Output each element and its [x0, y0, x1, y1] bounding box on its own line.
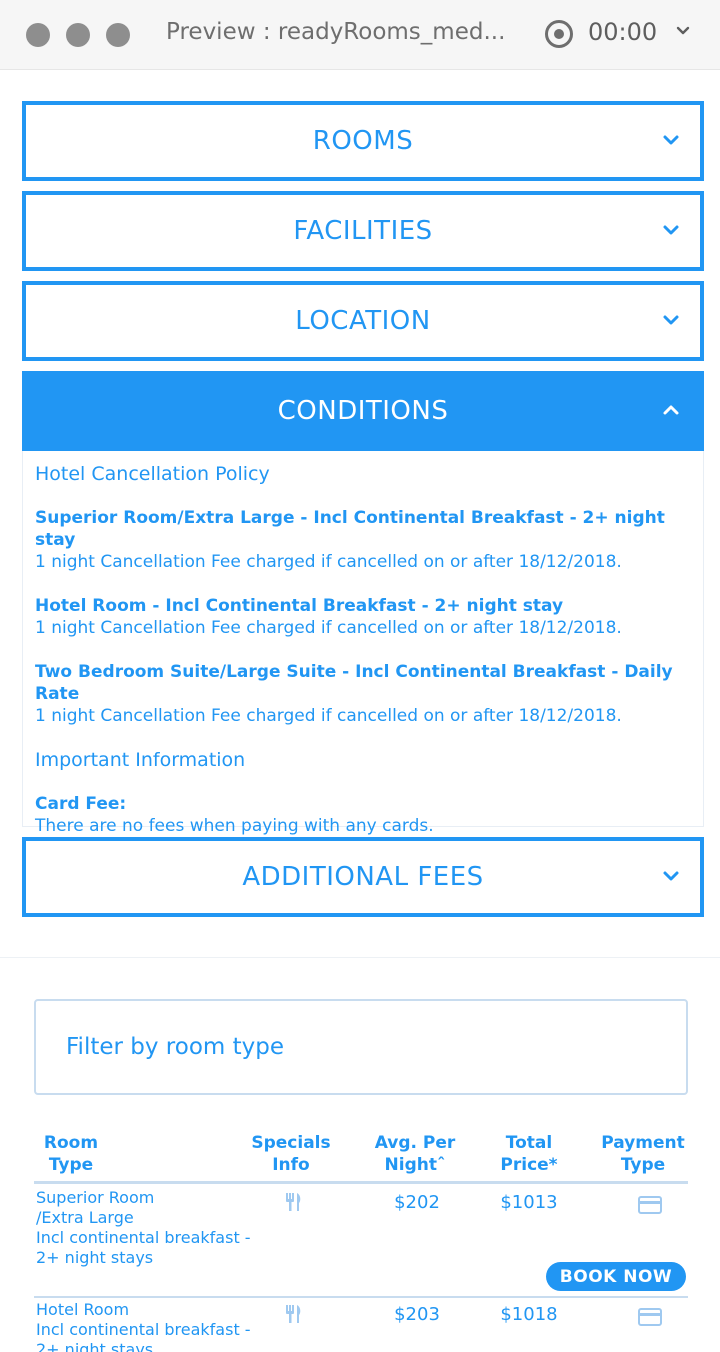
header-specials-info[interactable]: Specials Info: [248, 1132, 334, 1176]
window-title: Preview : readyRooms_med...: [166, 19, 506, 45]
header-avg-per-night[interactable]: Avg. Per Nightˆ: [368, 1132, 462, 1176]
accordion-conditions-label: CONDITIONS: [277, 396, 449, 426]
room-type-line: Incl continental breakfast -: [36, 1320, 251, 1339]
window-titlebar: Preview : readyRooms_med... 00:00: [0, 0, 720, 70]
header-payment-type[interactable]: Payment Type: [598, 1132, 688, 1176]
card-fee-title: Card Fee:: [35, 794, 127, 814]
chevron-down-icon: [663, 871, 679, 881]
accordion-rooms[interactable]: ROOMS: [22, 101, 704, 181]
policy-title: Superior Room/Extra Large - Incl Contine…: [35, 508, 665, 550]
chevron-down-icon: [663, 135, 679, 145]
accordion-additional-fees[interactable]: ADDITIONAL FEES: [22, 837, 704, 917]
header-payment-line2: Type: [620, 1155, 666, 1175]
policy-title: Two Bedroom Suite/Large Suite - Incl Con…: [35, 662, 673, 704]
room-type-cell: Hotel Room Incl continental breakfast - …: [36, 1300, 266, 1352]
card-fee-text: There are no fees when paying with any c…: [35, 816, 434, 836]
room-type-line: Superior Room: [36, 1188, 155, 1207]
chevron-up-icon: [663, 405, 679, 415]
window-close-button[interactable]: [26, 23, 50, 47]
header-room-type-line2: Type: [48, 1155, 94, 1175]
section-divider: [0, 957, 720, 958]
header-payment-line1: Payment: [601, 1133, 685, 1153]
accordion-facilities-label: FACILITIES: [293, 216, 433, 246]
book-now-button[interactable]: BOOK NOW: [546, 1262, 686, 1291]
table-header-divider: [34, 1181, 688, 1184]
fork-knife-icon[interactable]: [284, 1304, 304, 1324]
important-information-heading: Important Information: [35, 749, 246, 771]
header-specials-line2: Info: [272, 1155, 310, 1175]
room-type-line: 2+ night stays: [36, 1248, 154, 1267]
credit-card-icon[interactable]: [638, 1195, 662, 1215]
cancellation-policy-heading: Hotel Cancellation Policy: [35, 463, 270, 485]
conditions-panel: Hotel Cancellation Policy Superior Room/…: [22, 451, 704, 836]
room-type-line: Incl continental breakfast -: [36, 1228, 251, 1247]
header-avg-line1: Avg. Per: [374, 1133, 456, 1153]
policy-title: Hotel Room - Incl Continental Breakfast …: [35, 596, 564, 616]
timer: 00:00: [588, 18, 658, 46]
accordion-facilities[interactable]: FACILITIES: [22, 191, 704, 271]
chevron-down-icon: [663, 315, 679, 325]
header-total-price[interactable]: Total Price*: [494, 1132, 564, 1176]
total-price-value: $1018: [500, 1304, 558, 1325]
avg-per-night-value: $203: [394, 1304, 440, 1325]
accordion-location[interactable]: LOCATION: [22, 281, 704, 361]
filter-room-type-input[interactable]: Filter by room type: [34, 999, 688, 1095]
accordion-rooms-label: ROOMS: [312, 126, 414, 156]
room-type-cell: Superior Room /Extra Large Incl continen…: [36, 1188, 266, 1268]
record-icon[interactable]: [545, 20, 573, 48]
header-room-type[interactable]: Room Type: [36, 1132, 106, 1176]
avg-per-night-value: $202: [394, 1192, 440, 1213]
policy-text: 1 night Cancellation Fee charged if canc…: [35, 552, 622, 572]
accordion-location-label: LOCATION: [295, 306, 431, 336]
header-avg-line2: Nightˆ: [384, 1155, 446, 1175]
room-type-line: Hotel Room: [36, 1300, 130, 1319]
header-specials-line1: Specials: [251, 1133, 331, 1153]
chevron-down-icon: [663, 225, 679, 235]
total-price-value: $1013: [500, 1192, 558, 1213]
header-total-line1: Total: [505, 1133, 553, 1153]
accordion-conditions[interactable]: CONDITIONS: [22, 371, 704, 451]
room-type-line: 2+ night stays: [36, 1340, 154, 1352]
chevron-down-icon[interactable]: [676, 24, 690, 38]
header-total-line2: Price*: [500, 1155, 558, 1175]
policy-text: 1 night Cancellation Fee charged if canc…: [35, 706, 622, 726]
table-row-divider: [34, 1296, 688, 1298]
window-minimize-button[interactable]: [66, 23, 90, 47]
policy-text: 1 night Cancellation Fee charged if canc…: [35, 618, 622, 638]
header-room-type-line1: Room: [43, 1133, 99, 1153]
room-type-line: /Extra Large: [36, 1208, 134, 1227]
credit-card-icon[interactable]: [638, 1307, 662, 1327]
fork-knife-icon[interactable]: [284, 1192, 304, 1212]
accordion-additional-fees-label: ADDITIONAL FEES: [242, 862, 484, 892]
window-zoom-button[interactable]: [106, 23, 130, 47]
